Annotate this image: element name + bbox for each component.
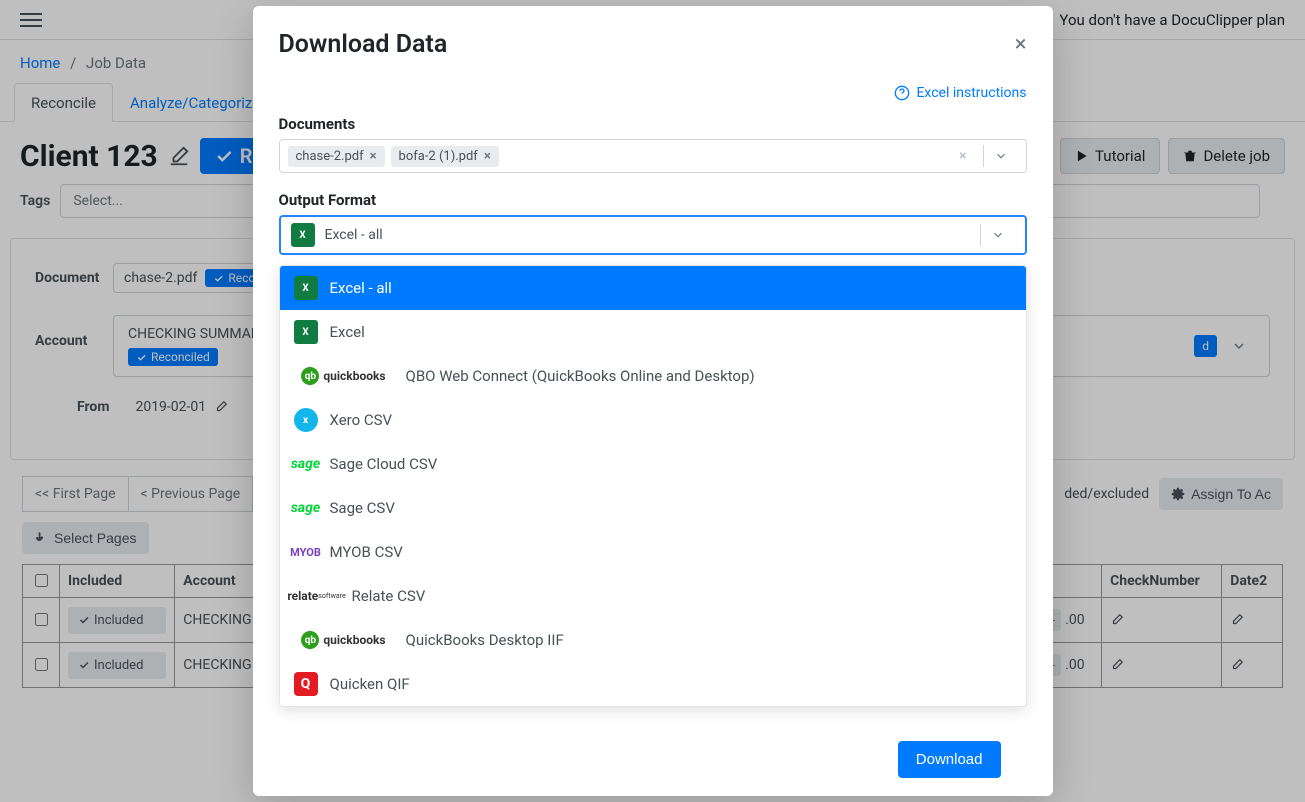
remove-document-icon[interactable]: × [370, 149, 377, 164]
document-tag: chase-2.pdf × [288, 146, 385, 167]
excel-icon: X [294, 276, 318, 300]
help-icon [894, 85, 910, 101]
chevron-down-icon[interactable] [983, 145, 1018, 167]
document-tag: bofa-2 (1).pdf × [391, 146, 499, 167]
format-option-quicken[interactable]: Q Quicken QIF [280, 662, 1026, 706]
document-tag-label: bofa-2 (1).pdf [399, 149, 478, 164]
download-button[interactable]: Download [898, 741, 1001, 778]
format-option-label: Xero CSV [330, 411, 393, 429]
chevron-down-icon[interactable] [980, 224, 1015, 246]
excel-icon: X [291, 223, 315, 247]
clear-icon[interactable]: × [949, 148, 976, 164]
excel-instructions-link[interactable]: Excel instructions [894, 85, 1026, 101]
format-option-relate[interactable]: relatesoftware Relate CSV [280, 574, 1026, 618]
format-option-sage-cloud[interactable]: sage Sage Cloud CSV [280, 442, 1026, 486]
xero-icon: x [294, 408, 318, 432]
quickbooks-icon: qbquickbooks [294, 364, 394, 388]
format-option-qbo-web[interactable]: qbquickbooks QBO Web Connect (QuickBooks … [280, 354, 1026, 398]
documents-label: Documents [279, 115, 1027, 133]
format-option-label: Sage Cloud CSV [330, 455, 438, 473]
download-modal: Download Data × Excel instructions Docum… [253, 6, 1053, 796]
modal-overlay[interactable]: Download Data × Excel instructions Docum… [0, 0, 1305, 802]
format-option-qb-iif[interactable]: qbquickbooks QuickBooks Desktop IIF [280, 618, 1026, 662]
format-option-label: Excel - all [330, 279, 392, 297]
format-option-label: Excel [330, 323, 365, 341]
document-tag-label: chase-2.pdf [296, 149, 364, 164]
output-format-selected: Excel - all [325, 227, 383, 243]
format-option-myob[interactable]: MYOB MYOB CSV [280, 530, 1026, 574]
format-option-label: Sage CSV [330, 499, 395, 517]
format-option-label: Quicken QIF [330, 675, 410, 693]
format-option-excel[interactable]: X Excel [280, 310, 1026, 354]
documents-multiselect[interactable]: chase-2.pdf × bofa-2 (1).pdf × × [279, 139, 1027, 173]
format-option-xero[interactable]: x Xero CSV [280, 398, 1026, 442]
remove-document-icon[interactable]: × [484, 149, 491, 164]
sage-icon: sage [294, 496, 318, 520]
format-option-sage[interactable]: sage Sage CSV [280, 486, 1026, 530]
quicken-icon: Q [294, 672, 318, 696]
format-option-label: Relate CSV [352, 587, 426, 605]
excel-icon: X [294, 320, 318, 344]
close-icon[interactable]: × [1015, 32, 1027, 57]
output-format-select[interactable]: X Excel - all [279, 215, 1027, 255]
quickbooks-icon: qbquickbooks [294, 628, 394, 652]
modal-title: Download Data [279, 30, 448, 59]
excel-instructions-label: Excel instructions [916, 85, 1026, 101]
format-option-excel-all[interactable]: X Excel - all [280, 266, 1026, 310]
relate-icon: relatesoftware [294, 584, 340, 608]
output-format-label: Output Format [279, 191, 1027, 209]
myob-icon: MYOB [294, 540, 318, 564]
format-option-label: QuickBooks Desktop IIF [406, 631, 564, 649]
output-format-dropdown: X Excel - all X Excel qbquickbooks QBO Web Co… [279, 265, 1027, 707]
sage-icon: sage [294, 452, 318, 476]
format-option-label: QBO Web Connect (QuickBooks Online and D… [406, 367, 755, 385]
format-option-label: MYOB CSV [330, 543, 403, 561]
